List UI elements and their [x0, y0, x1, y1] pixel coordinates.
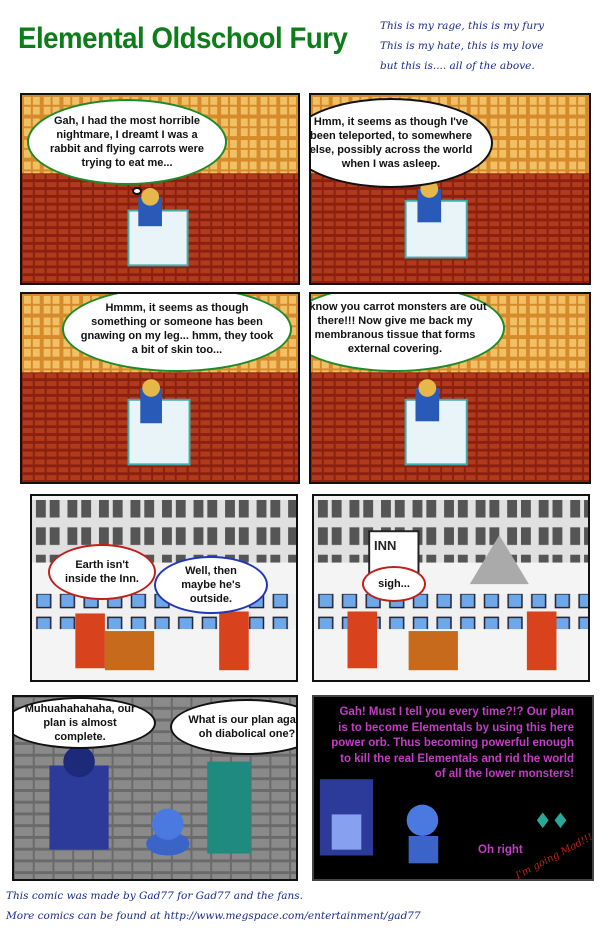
panel-7: Muhuahahahaha, our plan is almost comple… [12, 695, 298, 881]
poem-line: This is my hate, this is my love [380, 40, 544, 52]
town-scene [314, 496, 588, 680]
comic-title: Elemental Oldschool Fury [18, 22, 348, 55]
panel-6: INN sigh... [312, 494, 590, 682]
poem-line: This is my rage, this is my fury [380, 20, 545, 32]
inn-sign: INN [374, 538, 397, 553]
panel-5: Earth isn't inside the Inn. Well, then m… [30, 494, 298, 682]
panel-1: Gah, I had the most horrible nightmare, … [20, 93, 300, 285]
poem-line: but this is.... all of the above. [380, 60, 535, 72]
speech-bubble: Muhuahahahaha, our plan is almost comple… [14, 697, 156, 749]
poem-caption: This is my rage, this is my fury This is… [380, 16, 605, 76]
thought-bubble: sigh... [362, 566, 426, 602]
panel-4: I know you carrot monsters are out there… [309, 292, 591, 484]
speech-bubble: Well, then maybe he's outside. [154, 556, 268, 614]
panel-3: Hmmm, it seems as though something or so… [20, 292, 300, 484]
speech-bubble: Earth isn't inside the Inn. [48, 544, 156, 600]
speech-bubble: Gah, I had the most horrible nightmare, … [27, 99, 227, 185]
villain-speech: Gah! Must I tell you every time?!? Our p… [331, 706, 574, 780]
panel-2: Hmm, it seems as though I've been telepo… [309, 93, 591, 285]
credit-line: This comic was made by Gad77 for Gad77 a… [6, 890, 303, 902]
reply-text: Oh right [478, 844, 523, 856]
credit-url: More comics can be found at http://www.m… [6, 910, 421, 922]
bubble-tail [132, 187, 142, 195]
